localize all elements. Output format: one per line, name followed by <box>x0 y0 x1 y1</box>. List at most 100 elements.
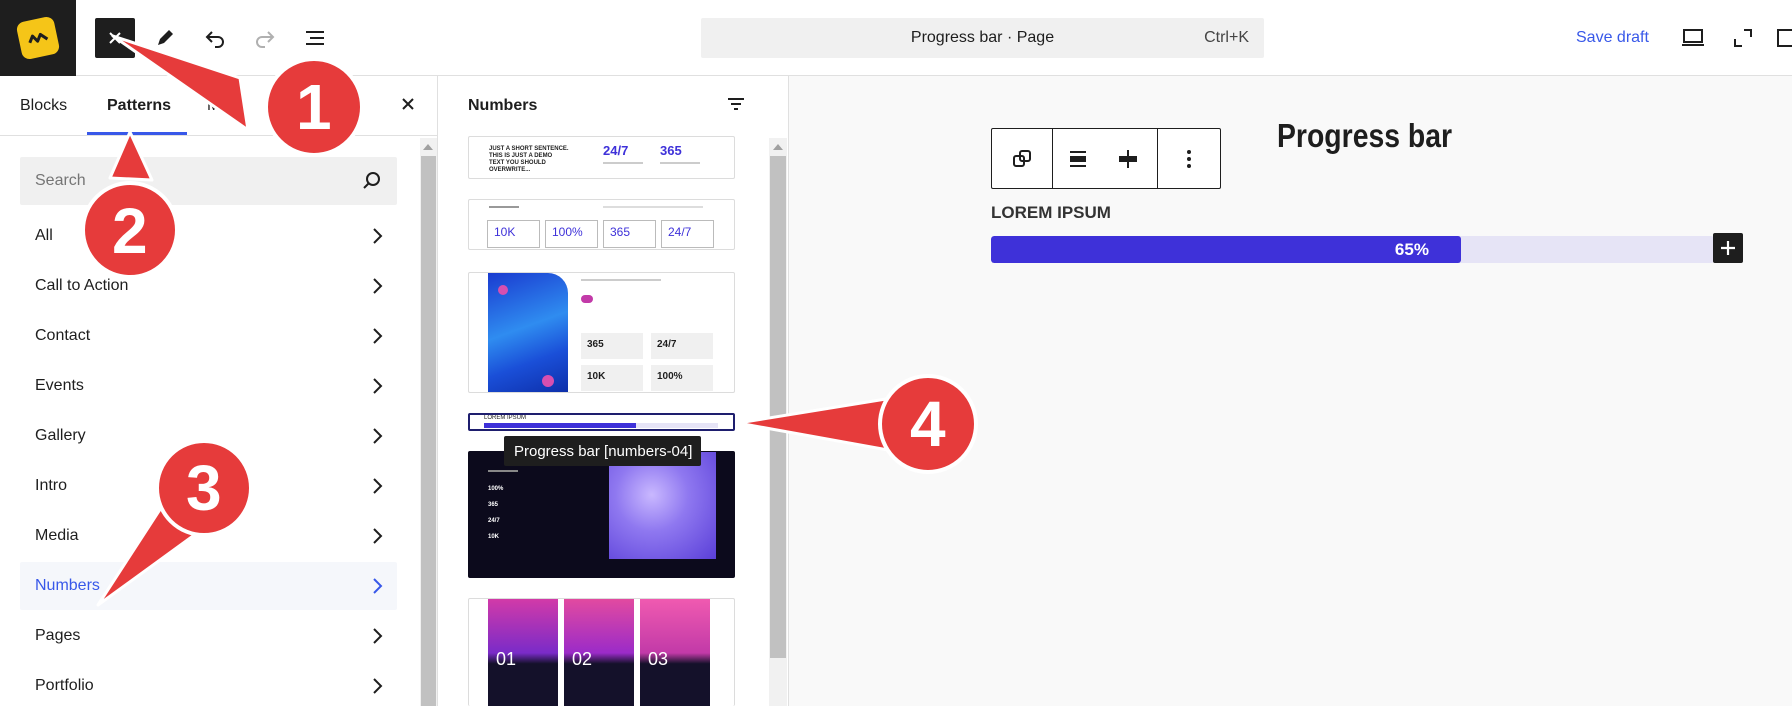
undo-button[interactable] <box>195 18 235 58</box>
shortcut-hint: Ctrl+K <box>1204 29 1249 46</box>
block-toolbar <box>991 128 1221 189</box>
progress-label[interactable]: LOREM IPSUM <box>991 203 1111 223</box>
pattern-scrollbar-thumb[interactable] <box>770 156 786 658</box>
category-numbers[interactable]: Numbers <box>20 562 397 610</box>
document-overview-icon <box>306 31 324 45</box>
page-heading[interactable]: Progress bar <box>1277 117 1452 155</box>
active-tab-indicator <box>87 132 187 135</box>
chevron-right-icon <box>373 228 383 244</box>
scroll-up-arrow-icon[interactable] <box>423 144 433 150</box>
pattern-stat: 24/7 <box>668 225 692 239</box>
pattern-numbers-06[interactable]: 01 02 03 <box>468 598 735 706</box>
redo-button[interactable] <box>245 18 285 58</box>
stat-box: 24/7 <box>651 333 713 359</box>
category-call-to-action[interactable]: Call to Action <box>20 262 397 310</box>
justify-icon <box>1119 149 1137 168</box>
category-label: Intro <box>35 477 68 494</box>
tab-media[interactable]: Me <box>207 97 229 115</box>
inserter-tabs: Blocks Patterns Me <box>0 76 438 136</box>
pattern-numbers-04[interactable]: LOREM IPSUM <box>468 413 735 431</box>
pattern-stat: 24/7 <box>603 143 629 158</box>
pattern-stat: 10K <box>587 371 606 382</box>
category-label: Media <box>35 527 79 544</box>
justify-button[interactable] <box>1103 129 1153 188</box>
category-label: Events <box>35 377 84 394</box>
align-button[interactable] <box>1053 129 1103 188</box>
add-block-button[interactable] <box>1713 233 1743 263</box>
document-overview-button[interactable] <box>295 18 335 58</box>
sidebar-scrollbar-thumb[interactable] <box>421 156 436 706</box>
save-draft-button[interactable]: Save draft <box>1576 29 1649 47</box>
pattern-card: 02 <box>564 599 634 706</box>
block-type-icon <box>1013 149 1031 167</box>
tab-patterns[interactable]: Patterns <box>107 97 171 115</box>
placeholder-line <box>488 470 518 472</box>
category-label: Numbers <box>35 577 100 594</box>
settings-button[interactable] <box>1772 18 1792 58</box>
chevron-right-icon <box>373 528 383 544</box>
top-toolbar: Progress bar · Page Ctrl+K Save draft <box>0 0 1792 76</box>
progress-percent: 65% <box>1394 240 1429 259</box>
pattern-stat: 10K <box>494 225 516 239</box>
inserter-sidebar: Blocks Patterns Me All Call to Action Co… <box>0 76 438 706</box>
pattern-card: 03 <box>640 599 710 706</box>
editor-canvas[interactable] <box>789 76 1792 706</box>
stat-box: 10K <box>581 365 643 391</box>
more-options-button[interactable] <box>1158 129 1220 188</box>
pattern-numbers-03[interactable]: 365 24/7 10K 100% <box>468 272 735 393</box>
stat-box: 365 <box>581 333 643 359</box>
logo-icon <box>15 15 61 61</box>
block-type-button[interactable] <box>992 129 1052 188</box>
tab-blocks[interactable]: Blocks <box>20 97 67 115</box>
category-pages[interactable]: Pages <box>20 612 397 660</box>
tools-button[interactable] <box>145 18 185 58</box>
placeholder-line <box>603 206 703 208</box>
command-palette-button[interactable]: Progress bar · Page Ctrl+K <box>701 18 1264 58</box>
search-input[interactable] <box>20 157 350 205</box>
placeholder-line <box>489 206 519 208</box>
category-all[interactable]: All <box>20 212 397 260</box>
close-sidebar-button[interactable] <box>396 92 420 116</box>
chevron-right-icon <box>373 278 383 294</box>
pattern-stat: 24/7 <box>657 339 677 350</box>
pattern-stat: 365 <box>660 143 682 158</box>
category-portfolio[interactable]: Portfolio <box>20 662 397 706</box>
edit-pencil-icon <box>158 30 173 45</box>
pattern-lead-text: JUST A SHORT SENTENCE. THIS IS JUST A DE… <box>489 146 569 173</box>
progress-fill: 65% <box>991 236 1461 263</box>
align-icon <box>1070 150 1086 167</box>
site-logo[interactable] <box>0 0 76 76</box>
pattern-number: 02 <box>572 649 593 669</box>
category-gallery[interactable]: Gallery <box>20 412 397 460</box>
pattern-numbers-02[interactable]: 10K 100% 365 24/7 <box>468 199 735 250</box>
category-events[interactable]: Events <box>20 362 397 410</box>
category-label: Call to Action <box>35 277 129 294</box>
pattern-stat: 100% <box>552 225 583 239</box>
redo-icon <box>256 31 275 48</box>
tooltip-text: Progress bar [numbers-04] <box>514 443 693 460</box>
category-contact[interactable]: Contact <box>20 312 397 360</box>
pattern-progress-fill <box>484 423 637 428</box>
category-label: All <box>35 227 53 244</box>
preview-button[interactable] <box>1673 18 1713 58</box>
progress-track[interactable]: 65% <box>991 236 1714 263</box>
category-intro[interactable]: Intro <box>20 462 397 510</box>
pattern-numbers-05[interactable]: 100% 365 24/7 10K <box>468 451 735 578</box>
close-icon <box>109 32 121 44</box>
chevron-right-icon <box>373 378 383 394</box>
fullscreen-button[interactable] <box>1723 18 1763 58</box>
decor-dot <box>498 285 508 295</box>
chevron-right-icon <box>373 428 383 444</box>
pattern-image <box>609 452 716 559</box>
decor-dot <box>542 375 554 387</box>
stat-box: 24/7 <box>661 220 714 248</box>
search-icon <box>363 172 380 189</box>
scroll-up-arrow-icon[interactable] <box>773 144 783 150</box>
close-icon <box>402 98 414 110</box>
category-media[interactable]: Media <box>20 512 397 560</box>
filter-icon[interactable] <box>727 95 745 113</box>
pattern-numbers-01[interactable]: JUST A SHORT SENTENCE. THIS IS JUST A DE… <box>468 136 735 179</box>
pattern-image <box>488 273 568 392</box>
placeholder-line <box>660 162 700 164</box>
close-inserter-button[interactable] <box>95 18 135 58</box>
